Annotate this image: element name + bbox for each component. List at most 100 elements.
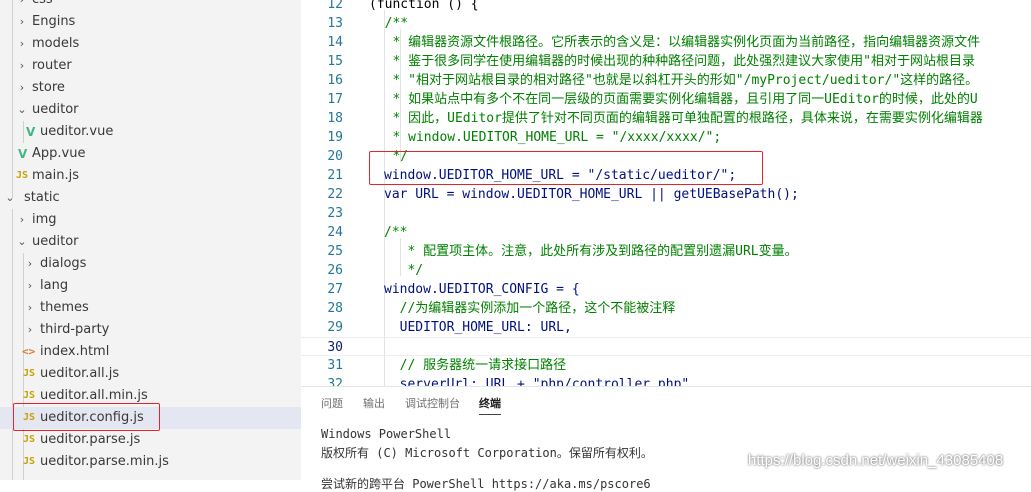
- code-text: window.UEDITOR_CONFIG = {: [384, 282, 580, 297]
- code-line[interactable]: 23: [301, 204, 1031, 223]
- tree-folder-dialogs[interactable]: › dialogs: [0, 253, 301, 275]
- code-text: * "相对于网站根目录的相对路径"也就是以斜杠开头的形如"/myProject/…: [369, 73, 979, 88]
- code-line[interactable]: 19 * window.UEDITOR_HOME_URL = "/xxxx/xx…: [301, 128, 1031, 147]
- tree-folder-ueditor[interactable]: ⌄ ueditor: [0, 99, 301, 121]
- code-line[interactable]: 25 * 配置项主体。注意，此处所有涉及到路径的配置别遗漏URL变量。: [301, 242, 1031, 261]
- vue-file-icon: V: [26, 125, 36, 139]
- code-line[interactable]: 13 /**: [301, 14, 1031, 33]
- tree-file-ueditor-vue[interactable]: V ueditor.vue: [0, 121, 301, 143]
- chevron-right-icon: ›: [19, 81, 25, 94]
- tree-item-label: ueditor.parse.min.js: [40, 454, 169, 469]
- line-number: 16: [327, 73, 343, 88]
- line-number: 19: [327, 130, 343, 145]
- code-text: * 鉴于很多同学在使用编辑器的时候出现的种种路径问题，此处强烈建议大家使用"相对…: [369, 54, 975, 69]
- code-line[interactable]: 22 var URL = window.UEDITOR_HOME_URL || g…: [301, 185, 1031, 204]
- line-number: 13: [327, 16, 343, 31]
- code-text: var URL = window.UEDITOR_HOME_URL || get…: [384, 187, 799, 202]
- tree-folder-img[interactable]: › img: [0, 209, 301, 231]
- tree-file-app-vue[interactable]: V App.vue: [0, 143, 301, 165]
- tree-item-label: css: [32, 0, 53, 11]
- chevron-right-icon: ›: [19, 213, 25, 226]
- tab-debug-console[interactable]: 调试控制台: [405, 395, 460, 411]
- code-line[interactable]: 12 (function () {: [301, 0, 1031, 14]
- tree-folder-models[interactable]: › models: [0, 33, 301, 55]
- line-number: 17: [327, 92, 343, 107]
- code-editor[interactable]: 12 (function () { 13 /** 14 * 编辑器资源文件根路径。…: [301, 0, 1031, 386]
- tree-folder-store[interactable]: › store: [0, 77, 301, 99]
- tree-item-label: ueditor: [32, 102, 79, 117]
- tree-folder-third-party[interactable]: › third-party: [0, 319, 301, 341]
- terminal-line[interactable]: 尝试新的跨平台 PowerShell https://aka.ms/pscore…: [321, 475, 651, 492]
- tree-folder-static-ueditor[interactable]: ⌄ ueditor: [0, 231, 301, 253]
- tab-problems[interactable]: 问题: [321, 395, 343, 411]
- tree-item-label: themes: [40, 300, 89, 315]
- tree-file-ueditor-parse-js[interactable]: JS ueditor.parse.js: [0, 429, 301, 451]
- code-text: * 如果站点中有多个不在同一层级的页面需要实例化编辑器，且引用了同一UEdito…: [369, 92, 978, 107]
- code-text: /**: [384, 225, 408, 240]
- tree-file-main-js[interactable]: JS main.js: [0, 165, 301, 187]
- tree-item-label: App.vue: [32, 146, 86, 161]
- tree-item-label: router: [32, 58, 72, 73]
- annotation-box-config-file: [13, 403, 160, 431]
- code-line[interactable]: 29 UEDITOR_HOME_URL: URL,: [301, 318, 1031, 337]
- tree-folder-css[interactable]: › css: [0, 0, 301, 11]
- code-line-current[interactable]: 30: [301, 337, 1031, 356]
- chevron-right-icon: ›: [27, 301, 33, 314]
- tree-item-label: dialogs: [40, 256, 87, 271]
- line-number: 27: [327, 282, 343, 297]
- line-number: 18: [327, 111, 343, 126]
- line-number: 20: [327, 149, 343, 164]
- tree-item-label: store: [32, 80, 65, 95]
- code-line[interactable]: 17 * 如果站点中有多个不在同一层级的页面需要实例化编辑器，且引用了同一UEd…: [301, 90, 1031, 109]
- code-text: UEDITOR_HOME_URL: URL,: [384, 320, 572, 335]
- code-text: /**: [369, 16, 409, 31]
- tree-file-ueditor-all-js[interactable]: JS ueditor.all.js: [0, 363, 301, 385]
- code-line[interactable]: 28 //为编辑器实例添加一个路径，这个不能被注释: [301, 299, 1031, 318]
- tree-folder-themes[interactable]: › themes: [0, 297, 301, 319]
- line-number: 23: [327, 206, 343, 221]
- terminal-line[interactable]: 版权所有 (C) Microsoft Corporation。保留所有权利。: [321, 444, 653, 461]
- code-text: * 编辑器资源文件根路径。它所表示的含义是：以编辑器实例化页面为当前路径，指向编…: [369, 35, 981, 50]
- tree-folder-static[interactable]: ⌄ static: [0, 187, 301, 209]
- tab-output[interactable]: 输出: [363, 395, 385, 411]
- code-line[interactable]: 16 * "相对于网站根目录的相对路径"也就是以斜杠开头的形如"/myProje…: [301, 71, 1031, 90]
- line-number: 31: [327, 358, 343, 373]
- code-text: * 配置项主体。注意，此处所有涉及到路径的配置别遗漏URL变量。: [384, 244, 798, 259]
- tree-folder-engins[interactable]: › Engins: [0, 11, 301, 33]
- code-text: * window.UEDITOR_HOME_URL = "/xxxx/xxxx/…: [369, 130, 722, 145]
- tree-item-label: third-party: [40, 322, 110, 337]
- chevron-right-icon: ›: [27, 257, 33, 270]
- code-line[interactable]: 15 * 鉴于很多同学在使用编辑器的时候出现的种种路径问题，此处强烈建议大家使用…: [301, 52, 1031, 71]
- chevron-down-icon: ⌄: [17, 235, 27, 248]
- chevron-right-icon: ›: [19, 37, 25, 50]
- js-file-icon: JS: [23, 368, 36, 379]
- tree-file-index-html[interactable]: <> index.html: [0, 341, 301, 363]
- tree-item-label: img: [32, 212, 57, 227]
- line-number: 14: [327, 35, 343, 50]
- tree-item-label: models: [32, 36, 80, 51]
- code-line[interactable]: 26 */: [301, 261, 1031, 280]
- tree-folder-lang[interactable]: › lang: [0, 275, 301, 297]
- code-line[interactable]: 18 * 因此，UEditor提供了针对不同页面的编辑器可单独配置的根路径，具体…: [301, 109, 1031, 128]
- chevron-right-icon: ›: [27, 323, 33, 336]
- line-number: 29: [327, 320, 343, 335]
- tree-item-label: ueditor.all.js: [40, 366, 120, 381]
- js-file-icon: JS: [16, 170, 29, 181]
- watermark-text: https://blog.csdn.net/weixin_43085408: [748, 452, 1004, 469]
- terminal-line[interactable]: Windows PowerShell: [321, 427, 451, 441]
- code-line[interactable]: 14 * 编辑器资源文件根路径。它所表示的含义是：以编辑器实例化页面为当前路径，…: [301, 33, 1031, 52]
- tree-folder-router[interactable]: › router: [0, 55, 301, 77]
- js-file-icon: JS: [23, 456, 36, 467]
- html-file-icon: <>: [22, 345, 36, 358]
- line-number: 21: [327, 168, 343, 183]
- code-line[interactable]: 27 window.UEDITOR_CONFIG = {: [301, 280, 1031, 299]
- tab-terminal[interactable]: 终端: [479, 395, 501, 415]
- annotation-box-home-url: [369, 151, 763, 185]
- code-line[interactable]: 24 /**: [301, 223, 1031, 242]
- tree-file-ueditor-parse-min-js[interactable]: JS ueditor.parse.min.js: [0, 451, 301, 473]
- tree-item-label: Engins: [32, 14, 76, 29]
- code-line[interactable]: 31 // 服务器统一请求接口路径: [301, 356, 1031, 375]
- code-line[interactable]: 32 serverUrl: URL + "php/controller.php"…: [301, 375, 1031, 386]
- code-text: //为编辑器实例添加一个路径，这个不能被注释: [384, 301, 676, 316]
- line-number: 22: [327, 187, 343, 202]
